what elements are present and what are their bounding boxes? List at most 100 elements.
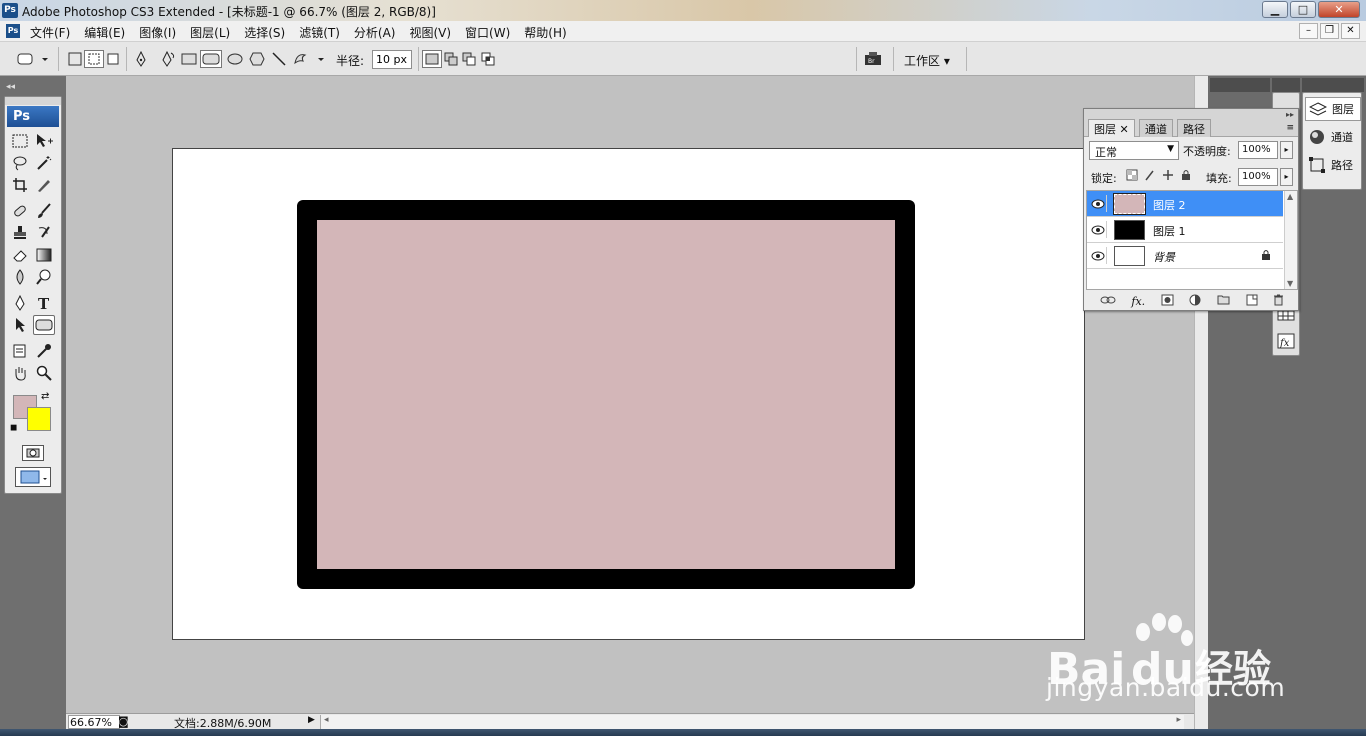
new-group-icon[interactable] (1217, 294, 1230, 308)
menu-file[interactable]: 文件(F) (30, 24, 70, 41)
zoom-level[interactable]: 66.67% (68, 715, 120, 729)
scroll-down-icon[interactable]: ▼ (1287, 279, 1293, 288)
tab-paths[interactable]: 路径 (1177, 119, 1211, 137)
opacity-field[interactable]: 100% (1238, 141, 1278, 159)
new-layer-mode-icon[interactable] (422, 50, 442, 68)
history-brush-icon[interactable] (33, 223, 55, 243)
blur-tool-icon[interactable] (9, 267, 31, 287)
magic-wand-icon[interactable] (33, 153, 55, 173)
panel-collapse-icon[interactable]: ▸▸ (1286, 110, 1294, 119)
eyedropper-icon[interactable] (33, 341, 55, 361)
lock-image-icon[interactable] (1144, 169, 1156, 184)
pen-tool-icon[interactable] (9, 293, 31, 313)
dock-tab-paths[interactable]: 路径 (1305, 153, 1361, 177)
lock-transparency-icon[interactable] (1126, 169, 1138, 184)
move-tool-icon[interactable] (33, 131, 55, 151)
menu-filter[interactable]: 滤镜(T) (299, 24, 340, 41)
type-tool-icon[interactable]: T (33, 293, 55, 313)
minimize-button[interactable]: ▁ (1262, 1, 1288, 18)
layer-thumbnail[interactable] (1113, 193, 1146, 215)
dock-tab-channels[interactable]: 通道 (1305, 125, 1361, 149)
zoom-tool-icon[interactable] (33, 363, 55, 383)
layer-row[interactable]: 图层 2 (1087, 191, 1283, 217)
maximize-button[interactable]: □ (1290, 1, 1316, 18)
layer-name[interactable]: 图层 2 (1153, 197, 1186, 213)
menu-window[interactable]: 窗口(W) (465, 24, 510, 41)
link-layers-icon[interactable] (1100, 294, 1116, 308)
eraser-tool-icon[interactable] (9, 245, 31, 265)
rectangle-shape-icon[interactable] (180, 50, 198, 68)
menu-help[interactable]: 帮助(H) (524, 24, 566, 41)
fill-slider-button[interactable]: ▸ (1280, 168, 1293, 186)
document-icon[interactable]: Ps (6, 24, 20, 38)
lock-position-icon[interactable] (1162, 169, 1174, 184)
default-colors-icon[interactable]: ◼ (10, 423, 17, 433)
visibility-eye-icon[interactable] (1089, 221, 1107, 238)
line-shape-icon[interactable] (270, 50, 288, 68)
ellipse-shape-icon[interactable] (226, 50, 244, 68)
freeform-pen-icon[interactable] (156, 50, 178, 68)
path-selection-icon[interactable] (9, 315, 31, 335)
close-button[interactable]: ✕ (1318, 1, 1360, 18)
panel-menu-icon[interactable]: ≡ (1286, 123, 1294, 133)
adjustment-layer-icon[interactable] (1189, 294, 1201, 309)
black-rounded-rectangle[interactable] (297, 200, 915, 589)
menu-select[interactable]: 选择(S) (244, 24, 285, 41)
scroll-up-icon[interactable]: ▲ (1287, 192, 1293, 201)
notes-tool-icon[interactable] (9, 341, 31, 361)
menu-edit[interactable]: 编辑(E) (84, 24, 125, 41)
scroll-left-icon[interactable]: ◂ (324, 715, 329, 725)
polygon-shape-icon[interactable] (248, 50, 266, 68)
screen-mode-icon[interactable] (15, 467, 51, 487)
marquee-tool-icon[interactable] (9, 131, 31, 151)
pen-tool-icon[interactable] (132, 50, 150, 68)
hand-tool-icon[interactable] (9, 363, 31, 383)
layer-row[interactable]: 背景 (1087, 243, 1283, 269)
rounded-rectangle-tool-icon[interactable] (33, 315, 55, 335)
blend-mode-select[interactable]: 正常 ▼ (1089, 141, 1179, 160)
layer-style-icon[interactable]: fx. (1131, 295, 1145, 308)
quick-mask-icon[interactable] (22, 445, 44, 461)
lasso-tool-icon[interactable] (9, 153, 31, 173)
paths-mode-icon[interactable] (84, 50, 104, 68)
subtract-shape-area-icon[interactable] (461, 50, 477, 68)
doc-restore-button[interactable]: ❐ (1320, 23, 1339, 39)
pink-rectangle[interactable] (317, 220, 895, 569)
swap-colors-icon[interactable]: ⇄ (41, 391, 49, 402)
layer-name[interactable]: 图层 1 (1153, 223, 1186, 239)
layer-thumbnail[interactable] (1114, 246, 1145, 266)
add-mask-icon[interactable] (1161, 294, 1174, 309)
horizontal-scrollbar[interactable]: ◂ ▸ (320, 715, 1184, 729)
visibility-eye-icon[interactable] (1089, 195, 1107, 212)
intersect-shape-area-icon[interactable] (480, 50, 496, 68)
fill-field[interactable]: 100% (1238, 168, 1278, 186)
menu-view[interactable]: 视图(V) (409, 24, 451, 41)
doc-minimize-button[interactable]: – (1299, 23, 1318, 39)
fill-pixels-icon[interactable] (105, 50, 121, 68)
layer-row[interactable]: 图层 1 (1087, 217, 1283, 243)
scroll-right-icon[interactable]: ▸ (1176, 715, 1181, 725)
opacity-slider-button[interactable]: ▸ (1280, 141, 1293, 159)
menu-analysis[interactable]: 分析(A) (354, 24, 396, 41)
status-menu-arrow-icon[interactable]: ▶ (308, 715, 315, 725)
shape-layers-icon[interactable] (66, 50, 84, 68)
radius-input[interactable] (372, 50, 412, 69)
visibility-eye-icon[interactable] (1089, 247, 1107, 264)
dodge-tool-icon[interactable] (33, 267, 55, 287)
layer-thumbnail[interactable] (1114, 220, 1145, 240)
brush-tool-icon[interactable] (33, 201, 55, 221)
dock-header-bar[interactable] (1210, 78, 1270, 92)
tool-preset-picker[interactable] (14, 50, 50, 68)
canvas-area[interactable] (66, 76, 1194, 714)
rounded-rectangle-icon[interactable] (200, 50, 222, 68)
menu-layer[interactable]: 图层(L) (190, 24, 230, 41)
workspace-menu[interactable]: 工作区 ▾ (904, 52, 950, 69)
tab-channels[interactable]: 通道 (1139, 119, 1173, 137)
tab-layers[interactable]: 图层 ✕ (1088, 119, 1135, 137)
custom-shape-icon[interactable] (292, 50, 328, 68)
background-color-swatch[interactable] (27, 407, 51, 431)
collapse-toolbox-icon[interactable]: ◂◂ (6, 82, 15, 92)
doc-close-button[interactable]: ✕ (1341, 23, 1360, 39)
clone-stamp-icon[interactable] (9, 223, 31, 243)
crop-tool-icon[interactable] (9, 175, 31, 195)
